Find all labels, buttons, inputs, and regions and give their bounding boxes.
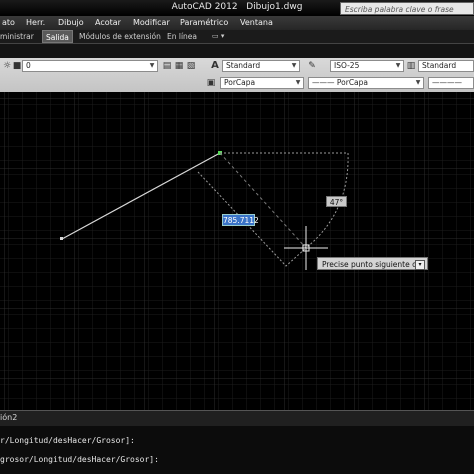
tab-administrar[interactable]: ministrar [0,32,34,41]
match-properties-icon[interactable]: ▣ [206,78,216,88]
table-style-icon[interactable]: ▥ [406,61,416,71]
ribbon-minimize-icon[interactable]: ▭ ▾ [212,32,224,40]
tab-modulos-extension[interactable]: Módulos de extensión [79,32,161,41]
layout-tab-bar [0,410,474,427]
prompt-text: Precise punto siguiente o [322,260,417,269]
dim-style-value: ISO-25 [334,61,360,70]
linetype-select[interactable]: ——— PorCapa ▼ [308,77,424,89]
tab-salida[interactable]: Salida [42,30,73,43]
text-style-icon[interactable]: A [210,61,220,71]
length-dynamic-input[interactable]: 785.7112 [222,214,259,226]
search-input[interactable]: Escriba palabra clave o frase [340,2,474,15]
chevron-down-icon: ▼ [291,62,297,69]
ribbon-tab-bar: ministrar Salida Módulos de extensión En… [0,30,474,44]
document-name: Dibujo1.dwg [246,2,303,12]
layer-select[interactable]: 0 ▼ [22,60,158,72]
layer-previous-icon[interactable]: ▦ [174,61,184,71]
text-style-select[interactable]: Standard ▼ [222,60,300,72]
dim-style-select[interactable]: ISO-25 ▼ [330,60,404,72]
options-arrow-icon[interactable]: ▾ [415,260,425,270]
model-space[interactable] [0,92,474,410]
color-select[interactable]: PorCapa ▼ [220,77,304,89]
text-style-value: Standard [226,61,261,70]
grid [0,92,474,410]
menu-item-herr[interactable]: Herr. [26,18,45,27]
drawing-canvas[interactable] [0,92,474,410]
menu-item-tools[interactable]: ato [2,18,15,27]
layer-value: 0 [26,61,31,70]
lineweight-select[interactable]: ———— [428,77,474,89]
chevron-down-icon: ▼ [149,62,155,69]
lineweight-sample: ———— [432,78,462,87]
layer-color-icon[interactable]: ■ [12,61,22,71]
table-style-value: Standard [422,61,457,70]
vertex-marker [60,237,63,240]
layer-properties-icon[interactable]: ▤ [162,61,172,71]
table-style-select[interactable]: Standard [418,60,474,72]
command-history-line: grosor/Longitud/desHacer/Grosor]: [0,455,159,464]
menu-item-dibujo[interactable]: Dibujo [58,18,84,27]
menu-item-parametrico[interactable]: Paramétrico [180,18,228,27]
app-name: AutoCAD 2012 [171,2,238,12]
linetype-sample: ——— [312,78,337,87]
ribbon-panel-collapsed [0,44,474,58]
menu-bar: ato Herr. Dibujo Acotar Modificar Paramé… [0,16,474,30]
linetype-value: PorCapa [336,78,369,87]
properties-toolbar: ☼ ■ 0 ▼ ▤ ▦ ▧ A Standard ▼ ✎ ISO-25 ▼ ▥ … [0,58,474,92]
layer-freeze-icon[interactable]: ☼ [2,61,12,71]
chevron-down-icon: ▼ [415,79,421,86]
command-window[interactable]: r/Longitud/desHacer/Grosor]: grosor/Long… [0,426,474,474]
tab-en-linea[interactable]: En línea [167,32,197,41]
menu-item-modificar[interactable]: Modificar [133,18,170,27]
command-history-line: r/Longitud/desHacer/Grosor]: [0,436,135,445]
angle-dynamic-input[interactable]: 47° [326,196,347,207]
command-prompt-tooltip[interactable]: Precise punto siguiente o ▾ [317,257,428,270]
layer-iso-icon[interactable]: ▧ [186,61,196,71]
chevron-down-icon: ▼ [295,79,301,86]
menu-item-ventana[interactable]: Ventana [240,18,273,27]
chevron-down-icon: ▼ [395,62,401,69]
menu-item-acotar[interactable]: Acotar [95,18,121,27]
dim-style-icon[interactable]: ✎ [307,61,317,71]
tab-presentacion2[interactable]: ión2 [0,413,17,422]
color-value: PorCapa [224,78,256,87]
